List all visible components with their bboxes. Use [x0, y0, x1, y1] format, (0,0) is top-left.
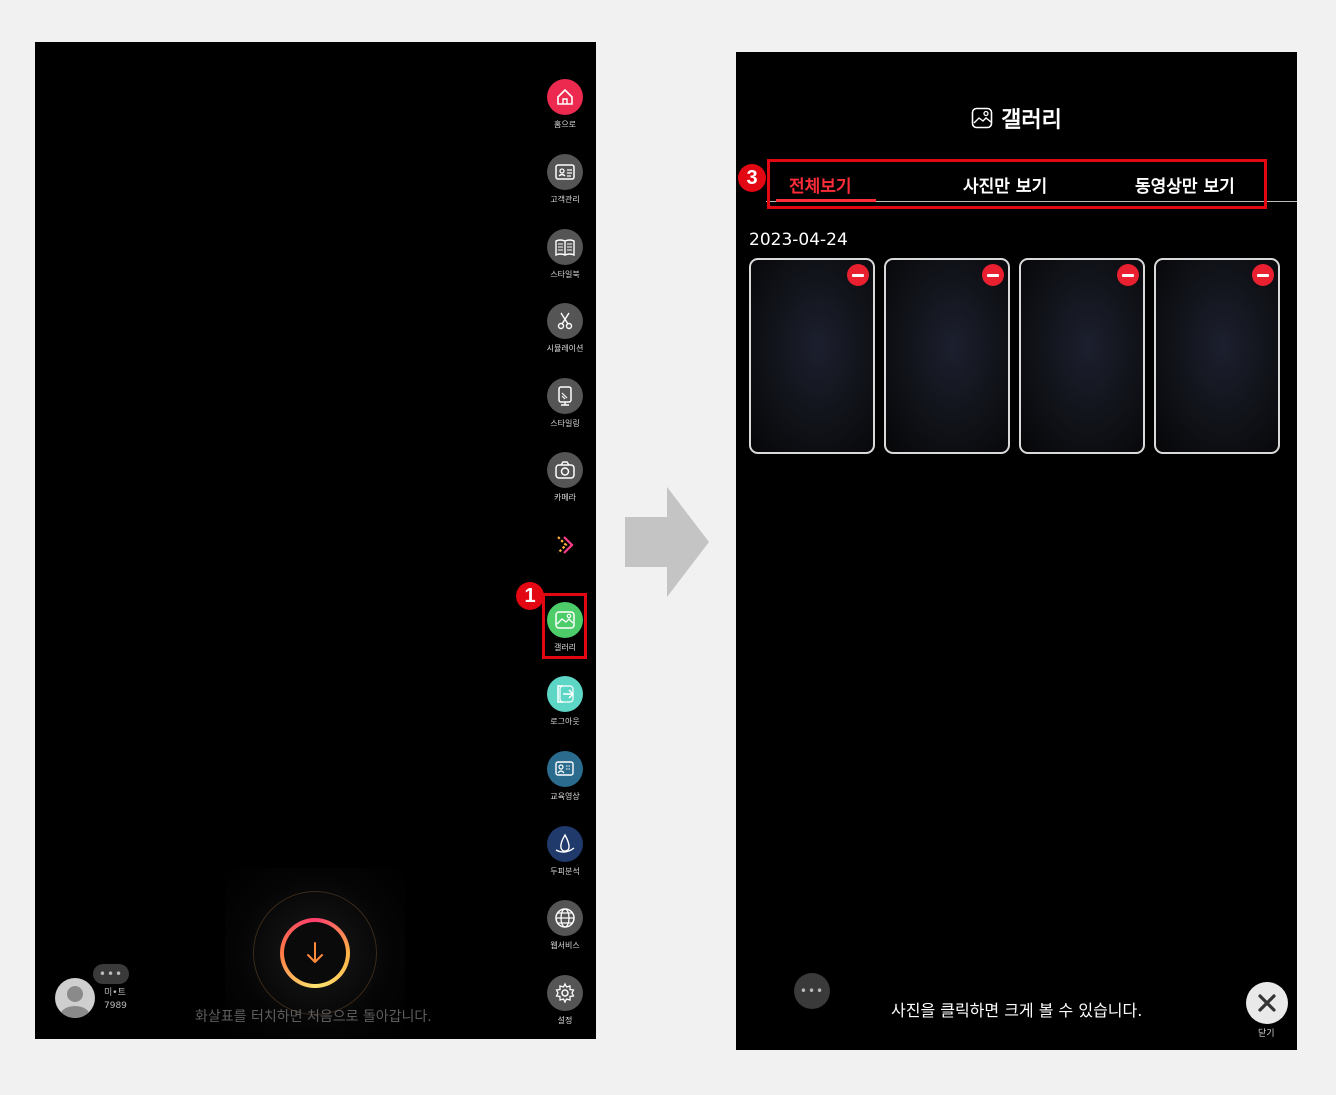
tabs-highlight-box [767, 159, 1267, 209]
gallery-thumbnail[interactable] [749, 258, 875, 454]
gear-icon [547, 975, 583, 1011]
camera-screen: 홈으로 고객관리 스타일북 시뮬레이션 스타일링 카메라 갤러리 로그아웃 교육영상 두피분석 웹서… [35, 42, 596, 1039]
delete-icon[interactable] [1252, 264, 1274, 286]
step-marker-1: 1 [516, 582, 544, 610]
gallery-thumbnail[interactable] [1019, 258, 1145, 454]
sidebar-item-scissors[interactable]: 시뮬레이션 [543, 303, 587, 354]
close-label: 닫기 [1258, 1029, 1275, 1039]
close-icon [1258, 994, 1276, 1012]
sidebar-item-globe[interactable]: 웹서비스 [543, 900, 587, 951]
book-icon [547, 229, 583, 265]
home-icon [547, 79, 583, 115]
sidebar-item-label: 스타일북 [550, 270, 580, 279]
gallery-screen: 갤러리 전체보기 사진만 보기 동영상만 보기 3 2 2023-04-24 •… [736, 52, 1297, 1050]
sidebar-item-book[interactable]: 스타일북 [543, 229, 587, 280]
sidebar-item-scalp-analysis[interactable]: 두피분석 [543, 826, 587, 877]
delete-icon[interactable] [982, 264, 1004, 286]
user-avatar[interactable] [55, 978, 95, 1018]
sidebar-item-label: 홈으로 [553, 120, 577, 129]
globe-icon [547, 900, 583, 936]
sidebar-item-label: 웹서비스 [550, 941, 580, 950]
back-arrow-button[interactable] [280, 918, 350, 988]
customer-card-icon [547, 154, 583, 190]
scissors-icon [547, 303, 583, 339]
double-chevron-right-icon [547, 527, 583, 563]
sidebar-item-label: 스타일링 [550, 419, 580, 428]
step-marker-3: 3 [738, 164, 766, 192]
arrow-down-icon [307, 942, 323, 963]
sidebar-item-home[interactable]: 홈으로 [543, 79, 587, 130]
sidebar-item-label: 시뮬레이션 [546, 344, 584, 353]
sidebar-item-label: 두피분석 [550, 867, 580, 876]
sidebar-item-logout[interactable]: 로그아웃 [543, 676, 587, 727]
sidebar-item-camera[interactable]: 카메라 [543, 452, 587, 503]
gallery-highlight-box [542, 593, 587, 659]
back-hint-text: 화살표를 터치하면 처음으로 돌아갑니다. [195, 1009, 432, 1025]
sidebar-item-mirror[interactable]: 스타일링 [543, 378, 587, 429]
sidebar-item-customer-card[interactable]: 고객관리 [543, 154, 587, 205]
gallery-hint-text: 사진을 클릭하면 크게 볼 수 있습니다. [891, 1001, 1143, 1020]
user-name: 미•트 [104, 988, 126, 998]
camera-icon [547, 452, 583, 488]
close-button[interactable] [1246, 982, 1288, 1024]
more-options-button[interactable]: ••• [794, 973, 830, 1009]
sidebar-item-double-chevron-right[interactable] [543, 527, 587, 563]
education-video-icon [547, 751, 583, 787]
mirror-icon [547, 378, 583, 414]
sidebar-item-label: 카메라 [553, 493, 577, 502]
gallery-thumbnail[interactable] [884, 258, 1010, 454]
transition-arrow-icon [625, 487, 709, 597]
gallery-header: 갤러리 [736, 102, 1297, 134]
sidebar-item-label: 고객관리 [550, 195, 580, 204]
delete-icon[interactable] [1117, 264, 1139, 286]
sidebar-item-gear[interactable]: 설정 [543, 975, 587, 1026]
scalp-analysis-icon [547, 826, 583, 862]
sidebar-item-label: 교육영상 [550, 792, 580, 801]
user-menu-button[interactable]: ••• [93, 964, 129, 984]
sidebar-item-label: 설정 [557, 1016, 573, 1025]
gallery-thumbnail[interactable] [1154, 258, 1280, 454]
sidebar-item-education-video[interactable]: 교육영상 [543, 751, 587, 802]
delete-icon[interactable] [847, 264, 869, 286]
date-group-header: 2023-04-24 [749, 230, 848, 250]
gallery-title: 갤러리 [1001, 108, 1062, 133]
gallery-title-icon [971, 107, 993, 129]
sidebar-item-label: 로그아웃 [550, 717, 580, 726]
user-id: 7989 [104, 1001, 127, 1011]
logout-icon [547, 676, 583, 712]
